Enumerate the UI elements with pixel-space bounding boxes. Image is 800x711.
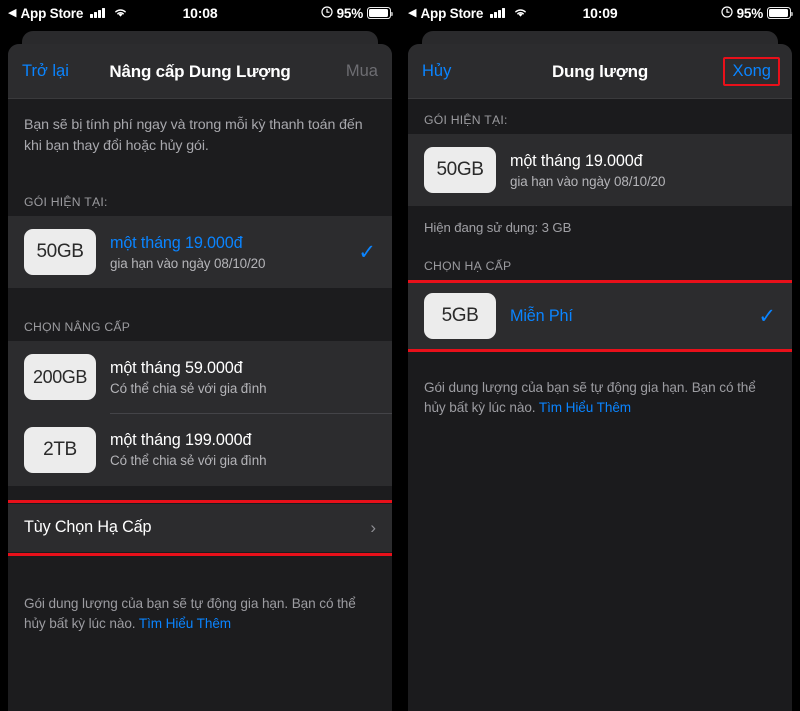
- cellular-bars-icon: [490, 8, 506, 18]
- plan-price-label: một tháng 59.000đ: [110, 358, 243, 377]
- status-bar-app-name[interactable]: App Store: [20, 6, 83, 21]
- modal-sheet: Hủy Dung lượng Xong GÓI HIỆN TẠI: 50GB m…: [408, 44, 792, 711]
- auto-renew-footer: Gói dung lượng của bạn sẽ tự động gia hạ…: [408, 378, 792, 419]
- battery-icon: [367, 7, 394, 19]
- status-bar-right: 95%: [720, 5, 794, 21]
- navigation-bar: Hủy Dung lượng Xong: [408, 44, 792, 99]
- downgrade-options-label: Tùy Chọn Hạ Cấp: [24, 518, 152, 537]
- back-button[interactable]: Trở lại: [22, 62, 69, 81]
- plan-size-chip: 2TB: [24, 426, 96, 473]
- done-button[interactable]: Xong: [732, 62, 771, 81]
- auto-renew-footer: Gói dung lượng của bạn sẽ tự động gia hạ…: [8, 594, 392, 635]
- plan-row-current[interactable]: 50GB một tháng 19.000đ gia hạn vào ngày …: [408, 134, 792, 206]
- upgrade-section-label: CHỌN NÂNG CẤP: [24, 320, 131, 335]
- current-usage-label: Hiện đang sử dụng: 3 GB: [424, 220, 572, 235]
- plan-renewal-label: gia hạn vào ngày 08/10/20: [110, 255, 266, 271]
- plan-price-label: một tháng 19.000đ: [510, 151, 643, 170]
- annotation-box-done: Xong: [723, 56, 780, 86]
- wifi-icon: [513, 6, 528, 21]
- checkmark-icon: ✓: [758, 304, 776, 328]
- plan-price-label: một tháng 199.000đ: [110, 431, 252, 450]
- current-plan-section-label: GÓI HIỆN TẠI:: [24, 195, 108, 210]
- plan-size-chip: 5GB: [424, 293, 496, 339]
- plan-texts: một tháng 19.000đ gia hạn vào ngày 08/10…: [510, 152, 776, 189]
- plan-size-chip: 50GB: [424, 147, 496, 193]
- plan-row-current[interactable]: 50GB một tháng 19.000đ gia hạn vào ngày …: [8, 216, 392, 288]
- plan-renewal-label: gia hạn vào ngày 08/10/20: [510, 173, 666, 189]
- plan-sharing-label: Có thể chia sẻ với gia đình: [110, 380, 267, 396]
- orientation-lock-icon: [720, 5, 733, 21]
- orientation-lock-icon: [320, 5, 333, 21]
- sheet-body: GÓI HIỆN TẠI: 50GB một tháng 19.000đ gia…: [408, 99, 792, 711]
- plan-size-chip: 200GB: [24, 354, 96, 401]
- back-arrow-icon[interactable]: ◀: [8, 7, 16, 19]
- upgrade-options-card: 200GB một tháng 59.000đ Có thể chia sẻ v…: [8, 341, 392, 486]
- navigation-bar: Trở lại Nâng cấp Dung Lượng Mua: [8, 44, 392, 99]
- cancel-button[interactable]: Hủy: [422, 62, 451, 81]
- chevron-right-icon: ›: [370, 517, 376, 537]
- status-bar-left: ◀ App Store: [408, 6, 528, 21]
- current-plan-card: 50GB một tháng 19.000đ gia hạn vào ngày …: [408, 134, 792, 206]
- downgrade-options-button[interactable]: Tùy Chọn Hạ Cấp ›: [8, 503, 392, 552]
- plan-size-chip: 50GB: [24, 229, 96, 276]
- plan-row-2tb[interactable]: 2TB một tháng 199.000đ Có thể chia sẻ vớ…: [8, 414, 392, 486]
- plan-texts: một tháng 19.000đ gia hạn vào ngày 08/10…: [110, 234, 348, 271]
- screenshot-pair: ◀ App Store 10:08 95% Trở lại Nâng cấp D: [0, 0, 800, 711]
- current-plan-card: 50GB một tháng 19.000đ gia hạn vào ngày …: [8, 216, 392, 289]
- downgrade-section-label: CHỌN HẠ CẤP: [424, 259, 512, 273]
- status-bar-app-name[interactable]: App Store: [420, 6, 483, 21]
- learn-more-link[interactable]: Tìm Hiểu Thêm: [539, 400, 631, 415]
- plan-price-label: Miễn Phí: [510, 306, 573, 325]
- plan-sharing-label: Có thể chia sẻ với gia đình: [110, 453, 267, 469]
- plan-texts: Miễn Phí: [510, 307, 748, 326]
- plan-price-label: một tháng 19.000đ: [110, 233, 243, 252]
- status-bar: ◀ App Store 10:09 95%: [400, 0, 800, 26]
- plan-row-200gb[interactable]: 200GB một tháng 59.000đ Có thể chia sẻ v…: [8, 341, 392, 413]
- downgrade-options-card: 5GB Miễn Phí ✓: [408, 280, 792, 352]
- cellular-bars-icon: [90, 8, 106, 18]
- billing-intro-text: Bạn sẽ bị tính phí ngay và trong mỗi kỳ …: [24, 117, 363, 155]
- phone-screen-upgrade: ◀ App Store 10:08 95% Trở lại Nâng cấp D: [0, 0, 400, 711]
- battery-icon: [767, 7, 794, 19]
- checkmark-icon: ✓: [358, 240, 376, 264]
- battery-percent-label: 95%: [736, 5, 764, 21]
- buy-button[interactable]: Mua: [346, 62, 378, 81]
- wifi-icon: [113, 6, 128, 21]
- battery-percent-label: 95%: [336, 5, 364, 21]
- learn-more-link[interactable]: Tìm Hiểu Thêm: [139, 616, 231, 631]
- current-plan-section-label: GÓI HIỆN TẠI:: [424, 113, 508, 127]
- plan-row-5gb[interactable]: 5GB Miễn Phí ✓: [408, 280, 792, 352]
- plan-texts: một tháng 59.000đ Có thể chia sẻ với gia…: [110, 359, 376, 396]
- status-bar-right: 95%: [320, 5, 394, 21]
- phone-screen-downgrade: ◀ App Store 10:09 95% Hủy Dung lượng Xon…: [400, 0, 800, 711]
- status-bar-left: ◀ App Store: [8, 6, 128, 21]
- sheet-body: Bạn sẽ bị tính phí ngay và trong mỗi kỳ …: [8, 99, 392, 711]
- modal-sheet: Trở lại Nâng cấp Dung Lượng Mua Bạn sẽ b…: [8, 44, 392, 711]
- plan-texts: một tháng 199.000đ Có thể chia sẻ với gi…: [110, 431, 376, 468]
- status-bar: ◀ App Store 10:08 95%: [0, 0, 400, 26]
- back-arrow-icon[interactable]: ◀: [408, 7, 416, 19]
